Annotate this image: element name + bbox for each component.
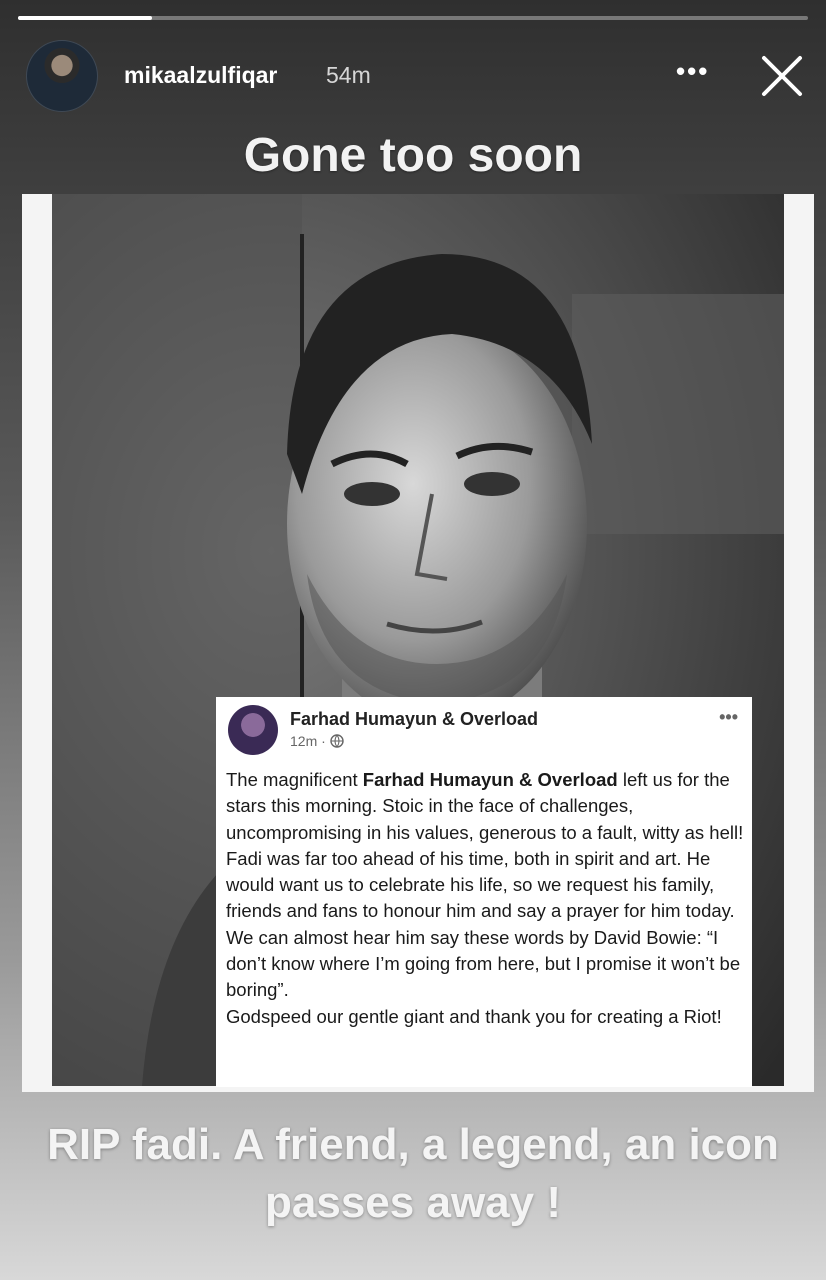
- page-name: Farhad Humayun & Overload: [290, 709, 539, 729]
- more-options-icon[interactable]: •••: [676, 56, 709, 87]
- username[interactable]: mikaalzulfiqar: [124, 62, 277, 89]
- caption-top: Gone too soon: [243, 129, 583, 182]
- avatar[interactable]: [26, 40, 98, 112]
- post-body-rest: left us for the stars this morning. Stoi…: [226, 769, 744, 922]
- post-body-end: Godspeed our gentle giant and thank you …: [226, 1005, 722, 1027]
- story-header: mikaalzulfiqar 54m •••: [26, 40, 806, 112]
- post-meta: 12m ·: [290, 733, 344, 749]
- shared-post-image: Farhad Humayun & Overload 12m · ••• The …: [22, 194, 814, 1092]
- post-time: 12m: [290, 733, 318, 749]
- post-body-quote: We can almost hear him say these words b…: [226, 926, 741, 1001]
- post-more-icon: •••: [719, 707, 738, 727]
- story-progress-bar: [18, 16, 808, 20]
- page-avatar: [228, 705, 278, 755]
- close-icon[interactable]: [758, 52, 806, 100]
- globe-icon: [329, 734, 344, 748]
- story-progress-fill: [18, 16, 153, 20]
- post-body-bold: Farhad Humayun & Overload: [362, 769, 618, 790]
- facebook-post-card: Farhad Humayun & Overload 12m · ••• The …: [216, 697, 752, 1087]
- post-body: The magnificent Farhad Humayun & Overloa…: [226, 767, 746, 1030]
- post-body-intro: The magnificent: [226, 769, 363, 790]
- caption-bottom: RIP fadi. A friend, a legend, an icon pa…: [47, 1120, 779, 1227]
- time-ago: 54m: [326, 62, 371, 88]
